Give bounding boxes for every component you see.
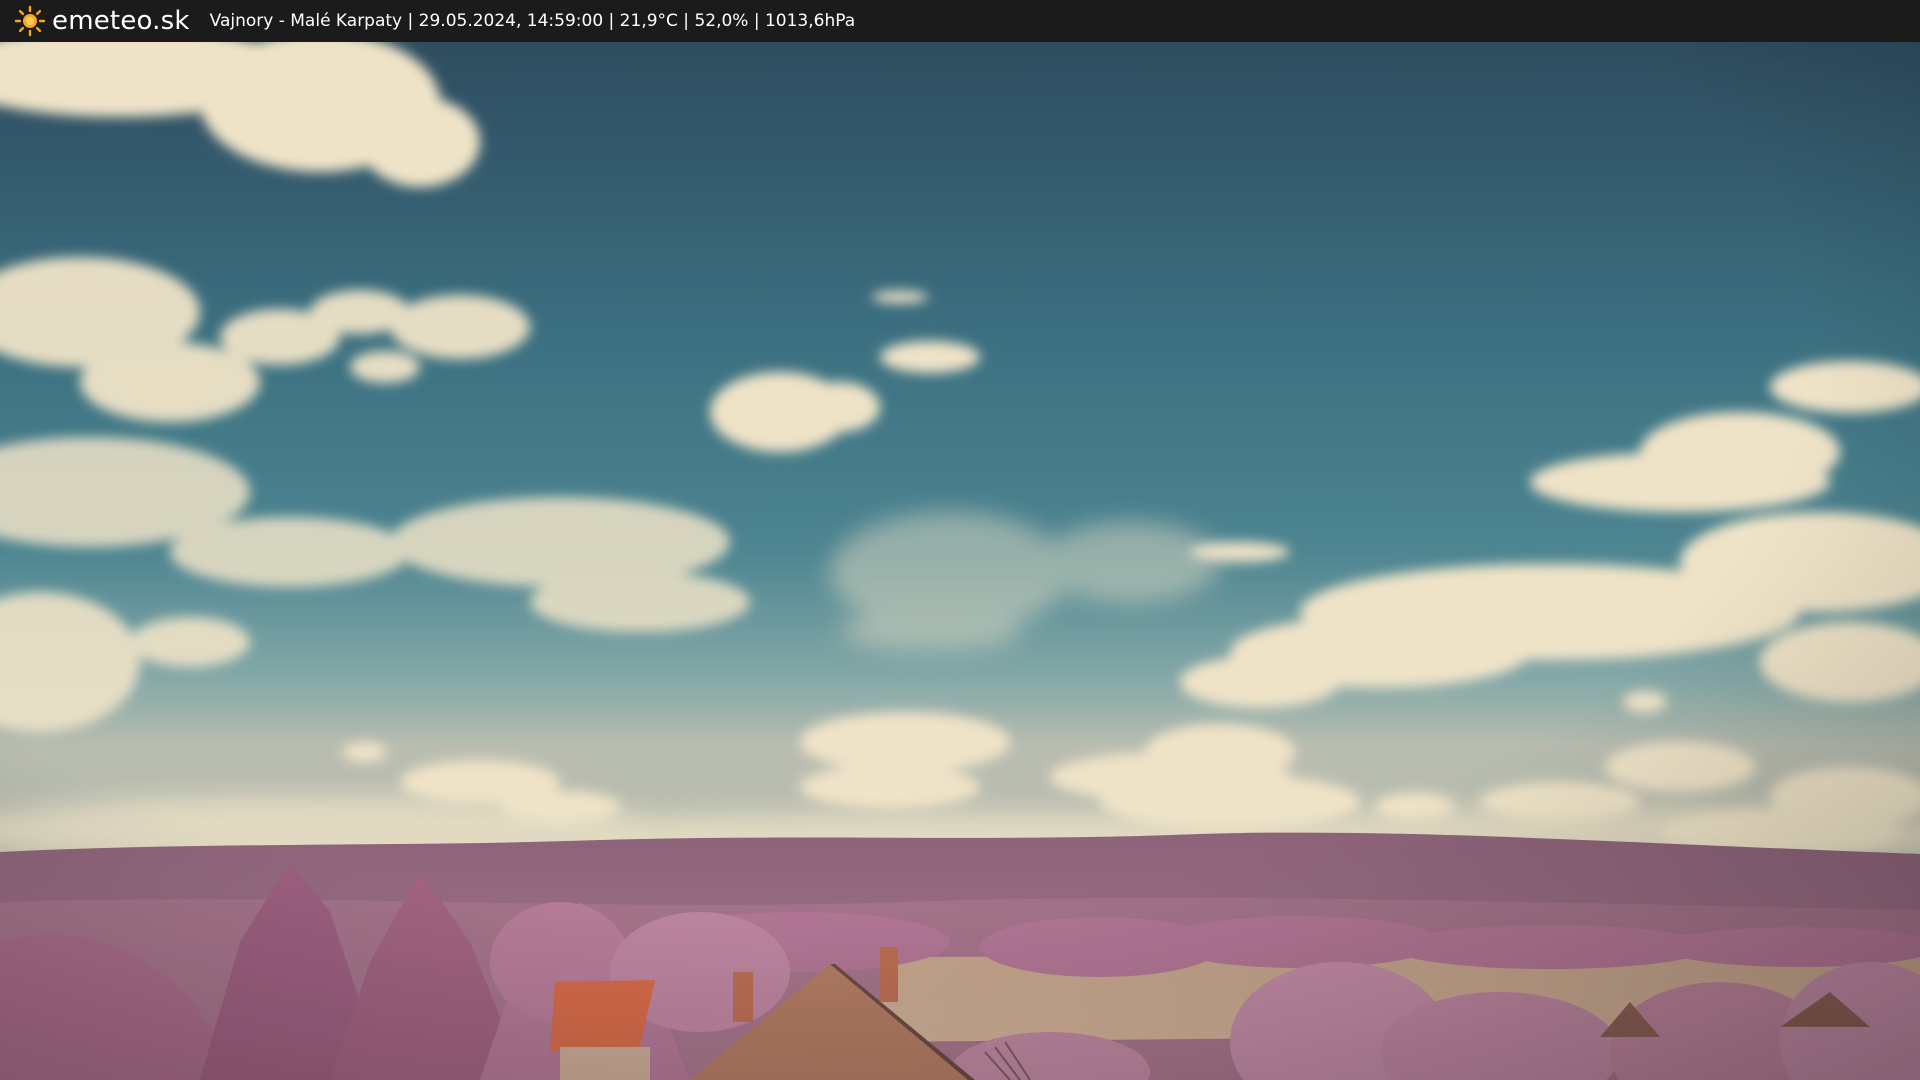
webcam-image: [0, 42, 1920, 1080]
sun-icon: [14, 5, 46, 37]
brand-logo: emeteo.sk: [14, 5, 190, 37]
station-caption: Vajnory - Malé Karpaty | 29.05.2024, 14:…: [209, 11, 856, 31]
webcam-frame: emeteo.sk Vajnory - Malé Karpaty | 29.05…: [0, 0, 1920, 1080]
brand-name: emeteo.sk: [52, 6, 190, 36]
caption-bar: emeteo.sk Vajnory - Malé Karpaty | 29.05…: [0, 0, 1920, 42]
